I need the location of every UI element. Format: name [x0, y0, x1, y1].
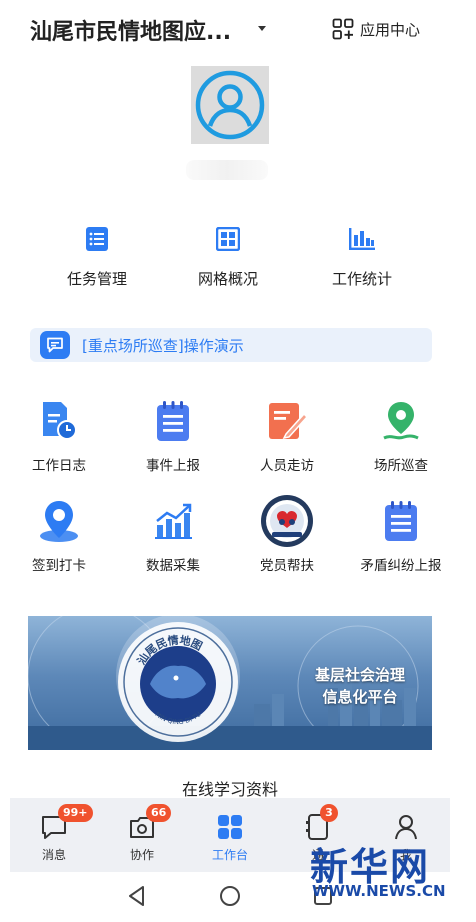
- work-log-icon: [36, 398, 82, 444]
- tab-label: 协作: [129, 848, 154, 862]
- avatar[interactable]: [191, 66, 269, 144]
- function-label: 党员帮扶: [260, 558, 314, 574]
- function-data-collect[interactable]: 数据采集: [114, 498, 232, 574]
- function-event-report[interactable]: 事件上报: [114, 398, 232, 474]
- data-collect-icon: [150, 498, 196, 544]
- banner-headline: 基层社会治理 信息化平台: [290, 664, 430, 708]
- app-title[interactable]: 汕尾市民情地图应...: [30, 14, 231, 46]
- function-check-in[interactable]: 签到打卡: [0, 498, 118, 574]
- function-dispute-report[interactable]: 矛盾纠纷上报: [342, 498, 460, 574]
- dispute-report-icon: [378, 498, 424, 544]
- function-label: 事件上报: [146, 458, 200, 474]
- visit-icon: [264, 398, 310, 444]
- quick-item-grid[interactable]: 网格概况: [163, 224, 293, 289]
- header: 汕尾市民情地图应... 应用中心: [0, 0, 476, 62]
- banner-headline-line1: 基层社会治理: [314, 666, 405, 684]
- quick-item-task[interactable]: 任务管理: [32, 224, 162, 289]
- quick-item-label: 网格概况: [197, 270, 258, 288]
- caret-down-icon[interactable]: [258, 26, 266, 31]
- unread-badge: 3: [320, 804, 338, 822]
- function-visit[interactable]: 人员走访: [228, 398, 346, 474]
- party-help-icon: [260, 494, 314, 548]
- app-center-icon: [332, 18, 354, 40]
- tab-messages[interactable]: 99+ 消息: [14, 804, 94, 863]
- quick-item-stats[interactable]: 工作统计: [297, 224, 427, 289]
- user-name-placeholder: [186, 160, 268, 180]
- function-label: 人员走访: [260, 458, 314, 474]
- function-label: 工作日志: [32, 458, 86, 474]
- location-patrol-icon: [378, 398, 424, 444]
- app-center-label: 应用中心: [360, 20, 421, 39]
- function-label: 场所巡查: [374, 458, 428, 474]
- function-label: 矛盾纠纷上报: [360, 558, 442, 574]
- list-icon: [82, 224, 112, 254]
- bar-chart-icon: [347, 224, 377, 254]
- workbench-page: 汕尾市民情地图应... 应用中心 任务管理 网格概况 工作统计 [重点场所巡查]…: [0, 0, 476, 922]
- city-seal-logo: 汕尾民情地图 MIN QING DI TU: [118, 622, 238, 742]
- study-section-title: 在线学习资料: [181, 780, 278, 799]
- tab-workbench[interactable]: 工作台: [190, 812, 270, 863]
- app-center-button[interactable]: 应用中心: [332, 18, 420, 40]
- tab-label: 消息: [41, 848, 66, 862]
- quick-item-label: 工作统计: [331, 270, 392, 288]
- function-party-help[interactable]: 党员帮扶: [228, 494, 346, 574]
- function-location-patrol[interactable]: 场所巡查: [342, 398, 460, 474]
- home-icon[interactable]: [219, 885, 241, 907]
- promo-banner[interactable]: 汕尾民情地图 MIN QING DI TU 基层社会治理 信息化平台: [28, 616, 432, 750]
- grid-icon: [213, 224, 243, 254]
- function-label: 签到打卡: [32, 558, 86, 574]
- collab-icon: 66: [126, 804, 172, 842]
- unread-badge: 99+: [58, 804, 93, 822]
- workbench-icon: [214, 812, 246, 842]
- message-icon: 99+: [38, 804, 93, 842]
- unread-badge: 66: [146, 804, 172, 822]
- function-work-log[interactable]: 工作日志: [0, 398, 118, 474]
- notice-text: [重点场所巡查]操作演示: [82, 337, 244, 355]
- tab-label: 工作台: [211, 848, 248, 862]
- notice-banner[interactable]: [重点场所巡查]操作演示: [30, 328, 432, 362]
- back-icon[interactable]: [126, 885, 148, 907]
- function-label: 数据采集: [146, 558, 200, 574]
- tab-collab[interactable]: 66 协作: [102, 804, 182, 863]
- banner-headline-line2: 信息化平台: [322, 688, 398, 706]
- event-report-icon: [150, 398, 196, 444]
- user-avatar-icon: [195, 70, 265, 140]
- message-square-icon: [40, 331, 70, 359]
- check-in-icon: [36, 498, 82, 544]
- quick-item-label: 任务管理: [66, 270, 127, 288]
- xinhua-watermark-url: WWW.NEWS.CN: [312, 882, 446, 900]
